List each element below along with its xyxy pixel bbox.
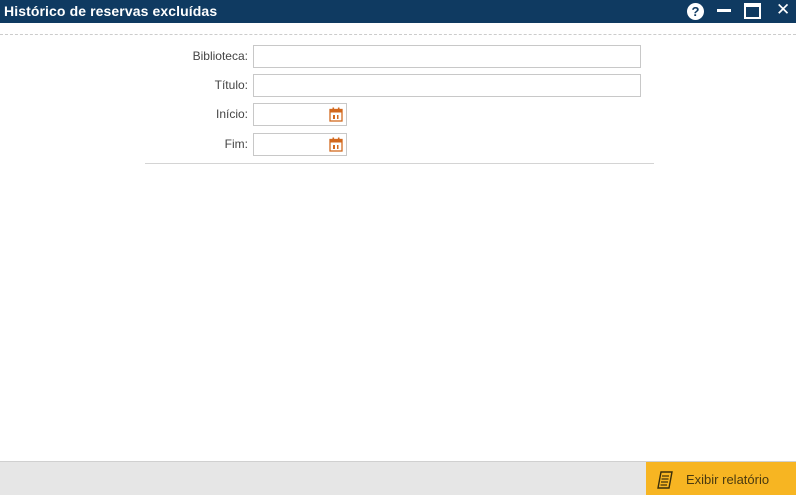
close-icon: ✕ [776, 0, 791, 19]
window-title: Histórico de reservas excluídas [4, 3, 218, 19]
help-button[interactable]: ? [686, 3, 704, 21]
footer-bar: Exibir relatório [0, 461, 796, 495]
help-icon: ? [687, 3, 704, 20]
inicio-label: Início: [215, 107, 248, 121]
header-divider [0, 34, 796, 35]
titulo-input[interactable] [253, 74, 641, 97]
report-icon [657, 471, 673, 489]
report-window: Histórico de reservas excluídas ? ✕ Bibl… [0, 0, 796, 495]
close-button[interactable]: ✕ [774, 0, 792, 21]
fim-label: Fim: [224, 137, 248, 151]
biblioteca-input[interactable] [253, 45, 641, 68]
show-report-button[interactable]: Exibir relatório [646, 462, 796, 495]
calendar-icon[interactable] [329, 137, 343, 152]
show-report-label: Exibir relatório [686, 472, 770, 487]
calendar-icon[interactable] [329, 107, 343, 122]
form-separator [145, 163, 654, 164]
maximize-button[interactable] [744, 3, 762, 21]
maximize-icon [744, 3, 761, 19]
minimize-icon [717, 9, 731, 12]
titulo-label: Título: [214, 78, 248, 92]
minimize-button[interactable] [716, 3, 734, 21]
title-bar: Histórico de reservas excluídas ? ✕ [0, 0, 796, 23]
biblioteca-label: Biblioteca: [192, 49, 248, 63]
